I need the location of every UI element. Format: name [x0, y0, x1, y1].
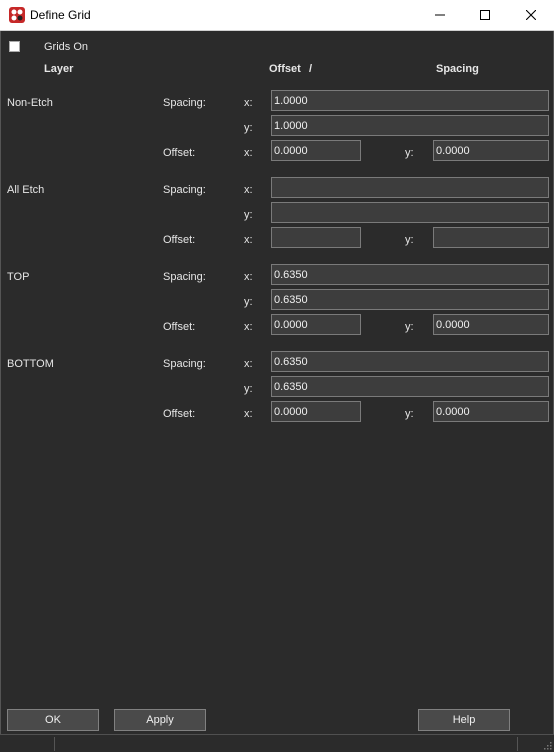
layer-column-header: Layer	[44, 63, 74, 75]
offset-label: Offset:	[163, 147, 196, 159]
spacing-label: Spacing:	[163, 97, 206, 109]
spacing-y-input[interactable]	[271, 376, 549, 397]
layer-name: All Etch	[7, 184, 45, 196]
status-divider	[517, 737, 518, 751]
offset-x-input[interactable]	[271, 227, 361, 248]
status-bar	[0, 734, 554, 752]
ok-button[interactable]: OK	[7, 709, 99, 731]
offset-y-input[interactable]	[433, 227, 549, 248]
spacing-x-label: x:	[244, 271, 253, 283]
spacing-y-input[interactable]	[271, 289, 549, 310]
offset-y-label: y:	[405, 147, 414, 159]
close-button[interactable]	[508, 0, 554, 30]
spacing-y-label: y:	[244, 383, 253, 395]
layer-name: BOTTOM	[7, 358, 54, 370]
offset-y-input[interactable]	[433, 140, 549, 161]
offset-x-label: x:	[244, 321, 253, 333]
spacing-x-input[interactable]	[271, 351, 549, 372]
grids-on-checkbox[interactable]	[9, 41, 20, 52]
offset-column-header: Offset	[269, 63, 301, 75]
spacing-column-header: Spacing	[436, 63, 479, 75]
status-divider	[54, 737, 55, 751]
spacing-x-label: x:	[244, 184, 253, 196]
spacing-y-label: y:	[244, 296, 253, 308]
layer-name: Non-Etch	[7, 97, 53, 109]
minimize-button[interactable]	[417, 0, 463, 30]
spacing-y-input[interactable]	[271, 202, 549, 223]
offset-label: Offset:	[163, 408, 196, 420]
spacing-y-input[interactable]	[271, 115, 549, 136]
spacing-label: Spacing:	[163, 184, 206, 196]
offset-x-label: x:	[244, 147, 253, 159]
apply-button[interactable]: Apply	[114, 709, 206, 731]
spacing-label: Spacing:	[163, 271, 206, 283]
maximize-icon	[480, 10, 490, 20]
spacing-x-input[interactable]	[271, 264, 549, 285]
help-button[interactable]: Help	[418, 709, 510, 731]
header-separator: /	[309, 63, 313, 75]
spacing-y-label: y:	[244, 209, 253, 221]
offset-x-input[interactable]	[271, 140, 361, 161]
grids-on-label: Grids On	[44, 41, 89, 53]
minimize-icon	[435, 14, 445, 16]
app-logo-icon	[9, 7, 25, 23]
close-icon	[526, 10, 536, 20]
offset-y-label: y:	[405, 234, 414, 246]
spacing-y-label: y:	[244, 122, 253, 134]
spacing-x-label: x:	[244, 97, 253, 109]
spacing-label: Spacing:	[163, 358, 206, 370]
spacing-x-input[interactable]	[271, 177, 549, 198]
offset-label: Offset:	[163, 321, 196, 333]
offset-y-label: y:	[405, 408, 414, 420]
maximize-button[interactable]	[462, 0, 508, 30]
resize-grip-icon[interactable]	[542, 740, 552, 750]
offset-y-label: y:	[405, 321, 414, 333]
offset-x-label: x:	[244, 234, 253, 246]
offset-x-input[interactable]	[271, 401, 361, 422]
spacing-x-input[interactable]	[271, 90, 549, 111]
window-title: Define Grid	[30, 8, 91, 22]
offset-label: Offset:	[163, 234, 196, 246]
title-bar: Define Grid	[0, 0, 554, 31]
spacing-x-label: x:	[244, 358, 253, 370]
offset-x-label: x:	[244, 408, 253, 420]
offset-y-input[interactable]	[433, 314, 549, 335]
offset-x-input[interactable]	[271, 314, 361, 335]
layer-name: TOP	[7, 271, 30, 283]
offset-y-input[interactable]	[433, 401, 549, 422]
